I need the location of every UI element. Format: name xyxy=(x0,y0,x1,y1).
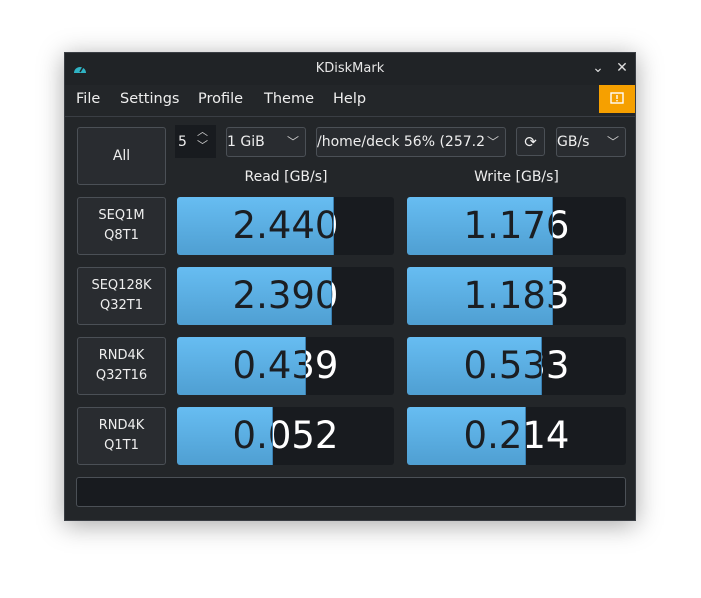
warning-icon xyxy=(610,92,624,104)
test-button-seq128k[interactable]: SEQ128K Q32T1 xyxy=(77,267,166,325)
test-name: RND4K xyxy=(98,348,145,363)
test-button-seq1m[interactable]: SEQ1M Q8T1 xyxy=(77,197,166,255)
spin-arrows-icon[interactable]: ︿ ﹀ xyxy=(197,125,208,153)
run-all-button[interactable]: All xyxy=(77,127,166,185)
test-button-rnd4k[interactable]: RND4K Q32T16 xyxy=(77,337,166,395)
refresh-icon: ⟳ xyxy=(524,132,537,151)
read-result-bar: 0.439 0.439 xyxy=(177,337,394,395)
runs-value: 5 xyxy=(178,134,187,150)
write-fill: 1.176 xyxy=(407,197,553,255)
read-value-overlay: 0.439 xyxy=(232,344,305,387)
menu-profile[interactable]: Profile xyxy=(198,91,243,107)
title-bar: KDiskMark ⌄ ✕ xyxy=(65,53,635,85)
write-result-bar: 1.176 1.176 xyxy=(407,197,626,255)
warning-button[interactable] xyxy=(599,85,635,113)
write-fill: 0.533 xyxy=(407,337,542,395)
read-fill: 2.440 xyxy=(177,197,335,255)
write-header: Write [GB/s] xyxy=(474,169,559,185)
write-value-overlay: 1.183 xyxy=(463,274,552,317)
test-button-rnd4k[interactable]: RND4K Q1T1 xyxy=(77,407,166,465)
write-value-overlay: 1.176 xyxy=(463,204,552,247)
kdiskmark-window: KDiskMark ⌄ ✕ File Settings Profile Them… xyxy=(64,52,636,521)
write-fill: 1.183 xyxy=(407,267,553,325)
write-value-overlay: 0.533 xyxy=(463,344,541,387)
chevron-down-icon: ﹀ xyxy=(284,128,299,156)
write-result-bar: 1.183 1.183 xyxy=(407,267,626,325)
read-fill: 2.390 xyxy=(177,267,333,325)
menu-bar: File Settings Profile Theme Help xyxy=(65,85,635,117)
unit-value: GB/s xyxy=(557,134,590,150)
read-fill: 0.052 xyxy=(177,407,274,465)
test-params: Q32T1 xyxy=(100,298,143,313)
status-bar xyxy=(76,477,626,507)
write-fill: 0.214 xyxy=(407,407,527,465)
read-result-bar: 2.440 2.440 xyxy=(177,197,394,255)
read-header: Read [GB/s] xyxy=(244,169,328,185)
refresh-button[interactable]: ⟳ xyxy=(516,127,545,156)
write-value-overlay: 0.214 xyxy=(463,414,526,457)
menu-help[interactable]: Help xyxy=(333,91,366,107)
read-fill: 0.439 xyxy=(177,337,307,395)
unit-select[interactable]: GB/s ﹀ xyxy=(556,127,626,157)
chevron-down-icon: ﹀ xyxy=(484,128,499,156)
menu-theme[interactable]: Theme xyxy=(264,91,314,107)
window-title: KDiskMark xyxy=(315,61,385,76)
size-select[interactable]: 1 GiB ﹀ xyxy=(226,127,306,157)
read-result-bar: 0.052 0.052 xyxy=(177,407,394,465)
target-select[interactable]: /home/deck 56% (257.25 ﹀ xyxy=(316,127,506,157)
test-name: SEQ128K xyxy=(91,278,152,293)
read-value-overlay: 2.390 xyxy=(232,274,333,317)
target-value: /home/deck 56% (257.25 xyxy=(317,134,494,150)
size-value: 1 GiB xyxy=(227,134,265,150)
menu-settings[interactable]: Settings xyxy=(120,91,179,107)
close-icon[interactable]: ✕ xyxy=(614,60,630,76)
test-params: Q8T1 xyxy=(104,228,139,243)
read-value-overlay: 0.052 xyxy=(232,414,273,457)
test-name: SEQ1M xyxy=(98,208,145,223)
write-result-bar: 0.533 0.533 xyxy=(407,337,626,395)
test-params: Q1T1 xyxy=(104,438,139,453)
minimize-chevron-icon[interactable]: ⌄ xyxy=(590,60,606,76)
write-result-bar: 0.214 0.214 xyxy=(407,407,626,465)
chevron-down-icon: ﹀ xyxy=(604,128,619,156)
runs-spinbox[interactable]: 5 ︿ ﹀ xyxy=(175,125,216,158)
read-value-overlay: 2.440 xyxy=(232,204,335,247)
menu-file[interactable]: File xyxy=(76,91,100,107)
read-result-bar: 2.390 2.390 xyxy=(177,267,394,325)
test-name: RND4K xyxy=(98,418,145,433)
test-params: Q32T16 xyxy=(95,368,148,383)
